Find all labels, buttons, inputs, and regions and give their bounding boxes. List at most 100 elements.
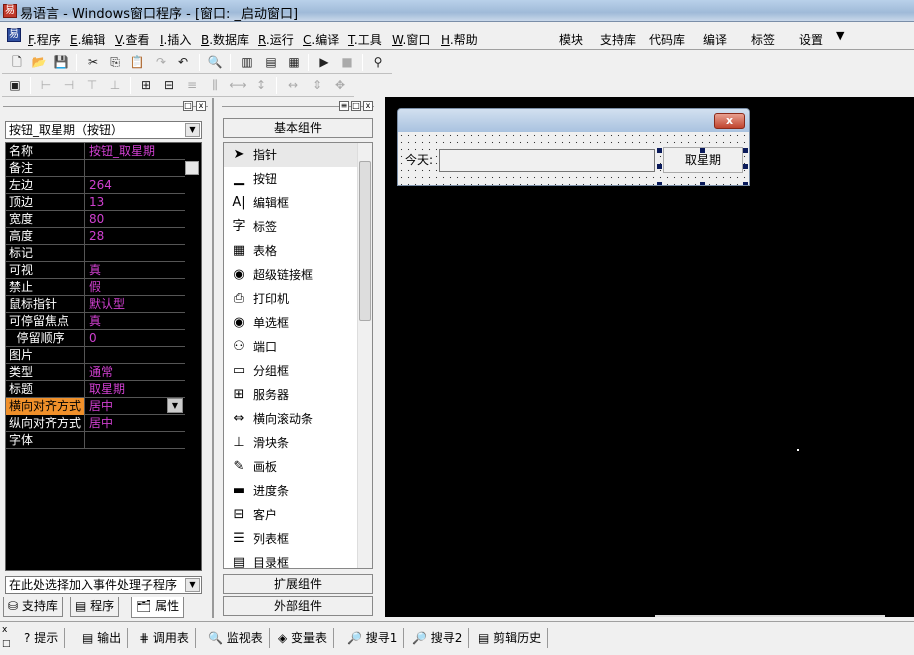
property-value[interactable]: 按钮_取星期: [86, 143, 186, 159]
quick-menu-item[interactable]: 设置: [799, 31, 823, 48]
menu-item[interactable]: H.帮助: [441, 31, 478, 48]
today-label[interactable]: 今天:: [405, 151, 434, 168]
menu-item[interactable]: W.窗口: [392, 31, 430, 48]
property-value[interactable]: 264: [86, 177, 186, 193]
new-icon[interactable]: 🗋: [8, 54, 26, 71]
align-left-icon[interactable]: ⊢: [37, 77, 55, 94]
chevron-down-icon[interactable]: ▼: [185, 123, 200, 137]
copy-icon[interactable]: ⎘: [106, 54, 124, 71]
component-item[interactable]: ⚇ 端口: [224, 335, 359, 359]
property-value[interactable]: 13: [86, 194, 186, 210]
tab-search1[interactable]: 🔎 搜寻1: [347, 628, 405, 648]
redo-icon[interactable]: ↷: [152, 54, 170, 71]
run-icon[interactable]: ▶: [315, 54, 333, 71]
property-row[interactable]: 停留顺序 0: [6, 330, 186, 347]
property-value[interactable]: 80: [86, 211, 186, 227]
menu-icon[interactable]: ≡: [339, 101, 349, 111]
component-item[interactable]: ▦ 表格: [224, 239, 359, 263]
property-row[interactable]: 顶边 13: [6, 194, 186, 211]
menu-item[interactable]: B.数据库: [201, 31, 249, 48]
menu-item[interactable]: R.运行: [258, 31, 294, 48]
property-row[interactable]: 禁止假: [6, 279, 186, 296]
same-height-icon[interactable]: ⇕: [308, 77, 326, 94]
chevron-down-icon[interactable]: ▼: [185, 578, 200, 592]
cut-icon[interactable]: ✂: [84, 54, 102, 71]
property-row[interactable]: 纵向对齐方式 居中: [6, 415, 186, 432]
menu-item[interactable]: C.编译: [303, 31, 339, 48]
menu-item[interactable]: E.编辑: [70, 31, 105, 48]
paste-icon[interactable]: 📋: [128, 54, 146, 71]
tab-watch[interactable]: 🔍 监视表: [208, 628, 270, 648]
same-width-icon[interactable]: ↔: [284, 77, 302, 94]
stop-icon[interactable]: ■: [338, 54, 356, 71]
dist-v-icon[interactable]: ↕: [252, 77, 270, 94]
component-item[interactable]: ⊞ 服务器: [224, 383, 359, 407]
property-row[interactable]: 字体: [6, 432, 186, 449]
close-icon[interactable]: x: [363, 101, 373, 111]
property-value[interactable]: 取星期: [86, 381, 186, 397]
today-input[interactable]: [439, 149, 655, 172]
undo-icon[interactable]: ↶: [174, 54, 192, 71]
center-h-icon[interactable]: ⊞: [137, 77, 155, 94]
component-item[interactable]: ☰ 列表框: [224, 527, 359, 551]
close-icon[interactable]: x: [714, 113, 745, 129]
align-top-icon[interactable]: ⊤: [83, 77, 101, 94]
menu-item[interactable]: F.程序: [28, 31, 61, 48]
form-icon[interactable]: ▣: [6, 77, 24, 94]
component-item[interactable]: ⇔ 横向滚动条: [224, 407, 359, 431]
property-row[interactable]: 宽度 80: [6, 211, 186, 228]
component-item[interactable]: ◉ 单选框: [224, 311, 359, 335]
close-icon[interactable]: x: [196, 101, 206, 111]
quick-menu-item[interactable]: 代码库: [649, 31, 685, 48]
component-item[interactable]: ⊥ 滑块条: [224, 431, 359, 455]
binoculars-icon[interactable]: ⚲: [369, 54, 387, 71]
property-dropdown-button[interactable]: ▼: [167, 398, 183, 413]
component-item[interactable]: ⊟ 客户: [224, 503, 359, 527]
open-icon[interactable]: 📂: [30, 54, 48, 71]
component-item[interactable]: A| 编辑框: [224, 191, 359, 215]
object-selector[interactable]: 按钮_取星期（按钮） ▼: [5, 121, 202, 139]
property-row[interactable]: 类型 通常: [6, 364, 186, 381]
tab-program[interactable]: ▤ 程序: [70, 597, 120, 617]
component-scrollbar[interactable]: [357, 143, 372, 568]
tab-clip-history[interactable]: ▤ 剪辑历史: [478, 628, 549, 648]
property-row[interactable]: 标题 取星期: [6, 381, 186, 398]
maximize-icon[interactable]: □: [183, 101, 193, 111]
tab-call-stack[interactable]: ⋕ 调用表: [139, 628, 196, 648]
property-row[interactable]: 鼠标指针 默认型: [6, 296, 186, 313]
basic-components-button[interactable]: 基本组件: [223, 118, 373, 138]
align-right-icon[interactable]: ⊣: [60, 77, 78, 94]
layout2-icon[interactable]: ▤: [262, 54, 280, 71]
component-item[interactable]: ➤ 指针: [224, 143, 359, 167]
tab-search2[interactable]: 🔎 搜寻2: [412, 628, 470, 648]
quick-menu-item[interactable]: 模块: [559, 31, 583, 48]
property-row[interactable]: 备注: [6, 160, 186, 177]
app-menu-icon[interactable]: 易: [7, 28, 21, 42]
component-item[interactable]: ▭ 分组框: [224, 359, 359, 383]
quick-menu-item[interactable]: 支持库: [600, 31, 636, 48]
property-value[interactable]: 真: [86, 313, 186, 329]
find-icon[interactable]: 🔍: [206, 54, 224, 71]
tab-variables[interactable]: ◈ 变量表: [278, 628, 335, 648]
tab-support-library[interactable]: ⛁ 支持库: [3, 597, 63, 617]
property-value[interactable]: 通常: [86, 364, 186, 380]
form-window[interactable]: x 今天: 取星期: [397, 108, 750, 186]
component-item[interactable]: ▤ 目录框: [224, 551, 359, 568]
property-value[interactable]: 居中: [86, 415, 186, 431]
menu-item[interactable]: T.工具: [348, 31, 382, 48]
same-size-icon[interactable]: ✥: [331, 77, 349, 94]
property-row[interactable]: 图片: [6, 347, 186, 364]
tab-properties[interactable]: 🗂 属性: [131, 597, 185, 618]
maximize-icon[interactable]: □: [351, 101, 361, 111]
component-item[interactable]: ▁ 按钮: [224, 167, 359, 191]
space-v-icon[interactable]: ≡: [183, 77, 201, 94]
extended-components-button[interactable]: 扩展组件: [223, 574, 373, 594]
property-row[interactable]: 左边 264: [6, 177, 186, 194]
property-scrollbar[interactable]: [185, 143, 199, 568]
property-row[interactable]: 可停留焦点真: [6, 313, 186, 330]
property-value[interactable]: 真: [86, 262, 186, 278]
save-icon[interactable]: 💾: [52, 54, 70, 71]
maximize-icon[interactable]: □: [2, 639, 11, 649]
component-item[interactable]: ▬ 进度条: [224, 479, 359, 503]
quick-menu-item[interactable]: 标签: [751, 31, 775, 48]
